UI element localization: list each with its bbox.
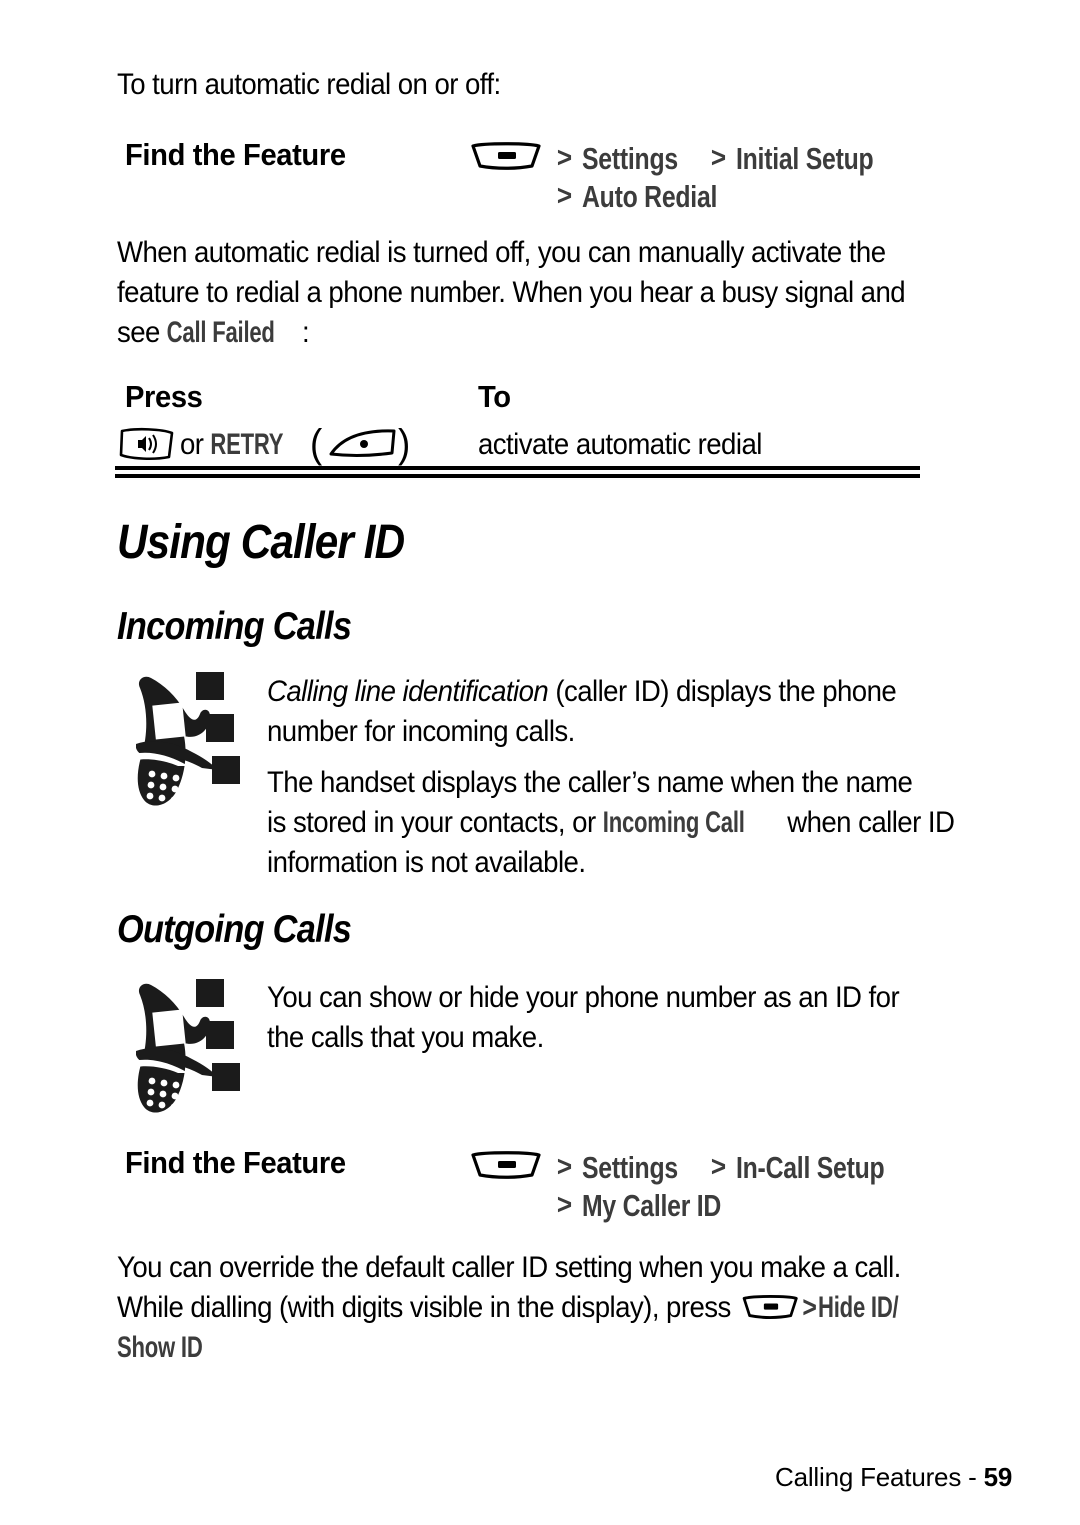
or-text: or [180,428,211,461]
paragraph-override-line3: Show ID [117,1328,224,1368]
page-footer: Calling Features - 59 [775,1462,1012,1493]
intro-paragraph: To turn automatic redial on or off: [117,68,501,101]
menu-item-settings: Settings [581,141,678,176]
menu-key-icon [742,1294,798,1320]
italic-term-calling-line-identification: Calling line identification [267,675,549,708]
path-chevron: > [710,1151,727,1183]
find-the-feature-label-2: Find the Feature [125,1145,346,1180]
path-chevron: > [556,1189,573,1221]
outgoing-paragraph-line2: the calls that you make. [267,1021,544,1054]
override-pre-text: While dialling (with digits visible in t… [117,1291,738,1324]
incoming-paragraph-1-line2: number for incoming calls. [267,715,575,748]
paragraph-override-line2: While dialling (with digits visible in t… [117,1288,1055,1328]
softkey-label-retry: RETRY [210,428,284,461]
press-cell-1: or RETRY [180,425,302,465]
display-term-incoming-call: Incoming Call [602,806,745,839]
page-title-using-caller-id: Using Caller ID [117,516,405,569]
to-cell-1: activate automatic redial [478,428,762,461]
paren-open: ( [310,422,322,466]
press-column-header: Press [125,379,203,414]
paragraph-auto-redial-line3: see Call Failed: [117,313,1019,353]
menu-item-settings: Settings [581,1150,678,1185]
display-term-hide-id: Hide ID/ [818,1291,899,1324]
colon-text: : [301,316,310,349]
paren-close: ) [398,422,410,466]
path-chevron: > [556,142,573,174]
menu-path-row-2b: > My Caller ID [556,1185,755,1225]
incoming-p2-pre: is stored in your contacts, or [267,806,603,839]
manual-page: To turn automatic redial on or off: Find… [0,0,1080,1525]
find-the-feature-label-1: Find the Feature [125,137,346,172]
soft-key-icon [329,429,396,457]
menu-item-auto-redial: Auto Redial [581,179,717,214]
menu-path-row-2: > Settings > In-Call Setup [556,1147,921,1187]
to-column-header: To [478,379,511,414]
path-chevron: > [556,1151,573,1183]
menu-key-icon [471,142,541,170]
flip-phone-icon [134,672,240,806]
path-chevron: > [802,1291,817,1324]
flip-phone-icon [134,979,240,1113]
incoming-paragraph-2-line2: is stored in your contacts, or Incoming … [267,803,1003,843]
menu-key-icon [471,1151,541,1179]
section-heading-incoming-calls: Incoming Calls [117,605,352,648]
display-term-call-failed: Call Failed [166,316,275,349]
menu-path-row-1: > Settings > Initial Setup [556,138,907,178]
menu-item-in-call-setup: In-Call Setup [735,1150,885,1185]
voice-key-icon [119,427,174,461]
display-term-show-id: Show ID [117,1331,203,1364]
incoming-p1-rest: (caller ID) displays the phone [548,675,897,708]
paragraph-auto-redial-line2: feature to redial a phone number. When y… [117,276,906,309]
footer-page-number: 59 [983,1462,1013,1492]
section-divider-rule [115,466,920,478]
incoming-paragraph-2-line1: The handset displays the caller’s name w… [267,766,913,799]
footer-section-name: Calling Features - [775,1462,984,1492]
incoming-paragraph-1-line1: Calling line identification (caller ID) … [267,672,1003,712]
menu-item-my-caller-id: My Caller ID [581,1188,721,1223]
incoming-paragraph-2-line3: information is not available. [267,846,586,879]
see-text: see [117,316,167,349]
outgoing-paragraph-line1: You can show or hide your phone number a… [267,981,900,1014]
section-heading-outgoing-calls: Outgoing Calls [117,908,352,951]
paragraph-override-line1: You can override the default caller ID s… [117,1251,901,1284]
path-chevron: > [556,180,573,212]
incoming-p2-post: when caller ID [780,806,955,839]
path-chevron: > [710,142,727,174]
menu-item-initial-setup: Initial Setup [735,141,874,176]
menu-path-row-1b: > Auto Redial [556,176,751,216]
paragraph-auto-redial-line1: When automatic redial is turned off, you… [117,236,886,269]
